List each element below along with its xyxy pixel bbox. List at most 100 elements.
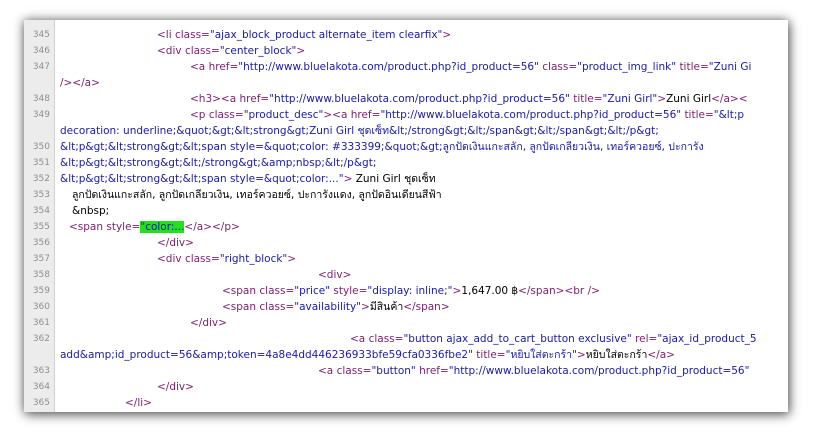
code-line: add&amp;id_product=56&amp;token=4a8e4dd4… <box>24 347 788 363</box>
code-token: <h3><a <box>190 93 240 105</box>
code-token: &lt;p&gt;&lt;strong&gt;&lt;span style=&q… <box>60 173 344 185</box>
code-text: <a class="button" href="http://www.bluel… <box>318 363 749 379</box>
code-line: 352 &lt;p&gt;&lt;strong&gt;&lt;span style… <box>24 171 788 187</box>
code-text: </div> <box>190 315 227 331</box>
code-token: "button ajax_add_to_cart_button exclusiv… <box>403 333 632 345</box>
code-line: 350 &lt;p&gt;&lt;strong&gt;&lt;span style… <box>24 139 788 155</box>
code-line: 345 <li class="ajax_block_product alterna… <box>24 27 788 43</box>
code-token: "display: inline;" <box>367 285 453 297</box>
code-token: "Zuni Girl" <box>602 93 658 105</box>
code-token: href= <box>239 93 270 105</box>
code-token: style= <box>106 221 141 233</box>
code-token: class= <box>184 253 220 265</box>
code-token: <div> <box>318 269 352 281</box>
code-text: <span class="availability">มีสินค้า</spa… <box>222 299 450 315</box>
line-number: 360 <box>32 302 50 312</box>
code-token: 1,647.00 ฿ <box>461 285 519 297</box>
code-line: /></a> <box>24 75 788 91</box>
line-number: 349 <box>32 110 50 120</box>
line-number: 350 <box>32 142 50 152</box>
code-text: </div> <box>157 235 194 251</box>
code-line: 353 ลูกปัดเงินแกะสลัก, ลูกปัดเกลียวเงิน, … <box>24 187 788 203</box>
code-line: 358 <div> <box>24 267 788 283</box>
code-text: decoration: underline;&quot;&gt;&lt;stro… <box>60 123 659 139</box>
code-token: <a <box>318 365 337 377</box>
line-number: 358 <box>32 270 50 280</box>
code-token: "http://www.bluelakota.com/product.php?i… <box>269 93 570 105</box>
code-line: 360 <span class="availability">มีสินค้า</… <box>24 299 788 315</box>
code-token: </div> <box>157 237 194 249</box>
code-line: 354 &nbsp; <box>24 203 788 219</box>
code-text: </div> <box>157 379 194 395</box>
code-token: </a></p> <box>184 221 240 233</box>
code-token: <div <box>157 253 185 265</box>
line-number: 365 <box>32 398 50 408</box>
code-token: > <box>657 93 667 105</box>
line-number: 352 <box>32 174 50 184</box>
code-token: "หยิบใส่ตะกร้า" <box>505 349 577 361</box>
line-number: 364 <box>32 382 50 392</box>
code-text: <li class="ajax_block_product alternate_… <box>157 27 451 43</box>
code-token: </span> <box>403 301 450 313</box>
code-line: 359 <span class="price" style="display: i… <box>24 283 788 299</box>
code-line: 364 </div> <box>24 379 788 395</box>
code-token: title= <box>476 349 506 361</box>
code-token: > <box>287 253 297 265</box>
code-token: "price" <box>294 285 331 297</box>
code-token: <a <box>190 61 209 73</box>
code-token: class= <box>259 285 295 297</box>
code-text: ลูกปัดเงินแกะสลัก, ลูกปัดเกลียวเงิน, เทอ… <box>72 187 442 203</box>
code-token: class= <box>259 301 295 313</box>
code-token: </span><br /> <box>518 285 600 297</box>
code-token: "product_desc" <box>243 109 324 121</box>
code-token: title= <box>679 61 709 73</box>
code-token: href= <box>350 109 381 121</box>
line-number: 356 <box>32 238 50 248</box>
code-token: ><a <box>323 109 351 121</box>
code-token: Zuni Girl ชุดเซ็ท <box>352 173 436 185</box>
line-number: 361 <box>32 318 50 328</box>
code-text: &lt;p&gt;&lt;strong&gt;&lt;/strong&gt;&a… <box>60 155 376 171</box>
line-number: 362 <box>32 334 50 344</box>
code-token: "ajax_id_product_5 <box>657 333 757 345</box>
line-number: 351 <box>32 158 50 168</box>
code-token: "product_img_link" <box>577 61 677 73</box>
code-token: style= <box>333 285 368 297</box>
code-text: <div class="center_block"> <box>157 43 305 59</box>
code-token: <p <box>190 109 209 121</box>
code-line: 355 <span style="color:...</a></p> <box>24 219 788 235</box>
code-token: &lt;p&gt;&lt;strong&gt;&lt;/strong&gt;&a… <box>60 157 377 169</box>
code-token: href= <box>208 61 239 73</box>
code-token: </a> <box>647 349 675 361</box>
code-line: 363 <a class="button" href="http://www.bl… <box>24 363 788 379</box>
code-token: หยิบใส่ตะกร้า <box>585 349 648 361</box>
line-number: 346 <box>32 46 50 56</box>
code-token: > <box>296 45 306 57</box>
code-line: 357 <div class="right_block"> <box>24 251 788 267</box>
code-text: <span style="color:...</a></p> <box>69 219 240 235</box>
code-line: 365 </li> <box>24 395 788 411</box>
line-number: 353 <box>32 190 50 200</box>
code-text: &nbsp; <box>72 203 109 219</box>
line-number: 354 <box>32 206 50 216</box>
code-token: "ajax_block_product alternate_item clear… <box>209 29 443 41</box>
code-token: "button" <box>371 365 416 377</box>
code-token: &lt;p&gt;&lt;strong&gt;&lt;span style=&q… <box>60 141 704 153</box>
code-token: <li <box>157 29 175 41</box>
code-line: 346 <div class="center_block"> <box>24 43 788 59</box>
code-line: 347 <a href="http://www.bluelakota.com/pr… <box>24 59 788 75</box>
line-number: 347 <box>32 62 50 72</box>
code-token: > <box>361 301 370 313</box>
code-line: 361 </div> <box>24 315 788 331</box>
code-token: class= <box>368 333 404 345</box>
code-token: > <box>452 285 462 297</box>
code-token: decoration: underline;&quot;&gt;&lt;stro… <box>60 125 659 137</box>
code-token: "availability" <box>294 301 362 313</box>
code-token: "right_block" <box>219 253 288 265</box>
code-token: /></a> <box>60 77 100 89</box>
line-number: 357 <box>32 254 50 264</box>
code-token: title= <box>684 109 714 121</box>
code-text: <div class="right_block"> <box>157 251 296 267</box>
code-token: > <box>442 29 452 41</box>
code-token: class= <box>542 61 578 73</box>
